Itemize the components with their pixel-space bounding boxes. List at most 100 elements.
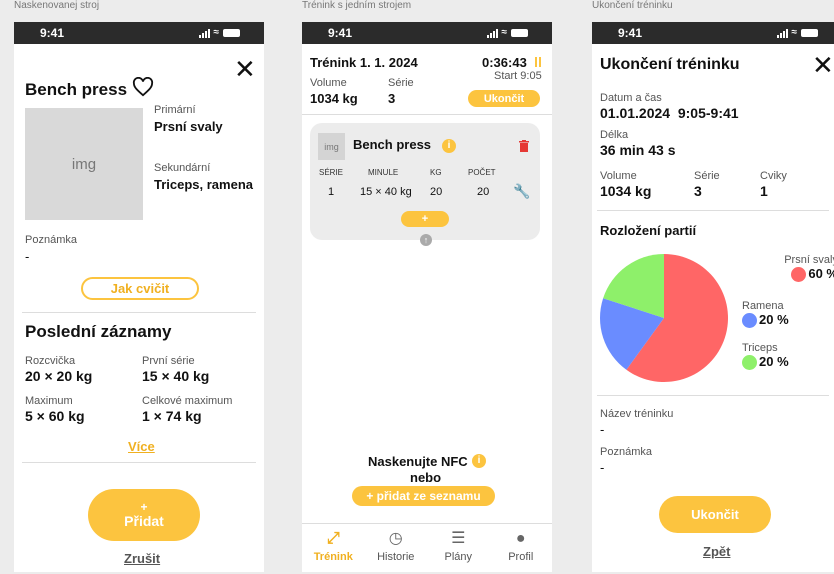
divider	[302, 114, 552, 115]
exercise-title: Bench press	[25, 80, 128, 99]
col-header-kg: KG	[430, 168, 442, 177]
finish-button[interactable]: Ukončit	[659, 496, 771, 533]
summary-title: Ukončení tréninku	[600, 56, 740, 73]
volume-value: 1034 kg	[600, 183, 652, 199]
legend-name: Triceps	[742, 342, 778, 354]
signal-icon	[776, 28, 788, 38]
legend-value: 20 %	[759, 354, 789, 369]
tab-label: Historie	[377, 551, 415, 563]
workout-start: Start 9:05	[494, 70, 542, 82]
sets-value: 3	[694, 183, 702, 199]
legend-swatch	[791, 267, 807, 283]
drag-handle-icon[interactable]: ↑	[420, 234, 432, 246]
pause-icon[interactable]	[535, 57, 543, 67]
divider	[22, 312, 256, 313]
pie-legend: Prsní svaly 60 % Ramena 20 % Triceps 20 …	[742, 254, 834, 371]
heart-icon[interactable]	[132, 76, 154, 102]
wifi-icon: ≈	[501, 27, 508, 38]
workout-timer: 0:36:43	[482, 55, 527, 70]
exercise-name[interactable]: Bench press	[353, 137, 431, 152]
workout-name-value[interactable]: -	[600, 422, 604, 437]
col-header-previous: MINULE	[368, 168, 399, 177]
tab-label: Profil	[508, 551, 534, 563]
tab-profile[interactable]: ● Profil	[490, 524, 553, 572]
sets-label: Série	[694, 170, 720, 182]
legend-value: 60 %	[808, 266, 834, 281]
cancel-link[interactable]: Zrušit	[124, 551, 160, 566]
add-plus-icon: +	[140, 500, 148, 514]
how-to-exercise-button[interactable]: Jak cvičit	[81, 277, 199, 300]
add-from-list-button[interactable]: + přidat ze seznamu	[352, 486, 495, 506]
info-icon[interactable]: i	[442, 139, 456, 153]
add-set-button[interactable]: +	[401, 211, 449, 227]
tab-bar: ⤢ Trénink ◷ Historie ☰ Plány ● Profil	[302, 523, 552, 572]
total-max-value: 1 × 74 kg	[142, 408, 202, 424]
battery-icon	[801, 29, 818, 37]
max-label: Maximum	[25, 395, 73, 407]
tab-plans[interactable]: ☰ Plány	[427, 524, 490, 572]
divider	[597, 210, 829, 211]
signal-icon	[198, 28, 210, 38]
volume-label: Volume	[310, 77, 347, 89]
divider	[597, 395, 829, 396]
exercise-thumbnail: img	[318, 133, 345, 160]
warmup-label: Rozcvička	[25, 355, 76, 367]
datetime-label: Datum a čas	[600, 92, 662, 104]
trash-icon[interactable]	[519, 139, 529, 157]
screen-finish-workout: 9:41 ≈ Ukončení tréninku ✕ Datum a čas 0…	[592, 22, 834, 572]
legend-swatch	[742, 355, 757, 371]
legend-value: 20 %	[759, 312, 789, 327]
primary-value: Prsní svaly	[154, 119, 223, 134]
volume-label: Volume	[600, 170, 637, 182]
datetime-value: 01.01.2024 9:05-9:41	[600, 105, 739, 121]
sets-label: Série	[388, 77, 414, 89]
status-bar: 9:41 ≈	[302, 22, 552, 44]
legend-item: Ramena 20 %	[742, 300, 834, 342]
legend-name: Prsní svaly	[784, 254, 834, 266]
wrench-icon[interactable]: 🔧	[513, 183, 530, 200]
or-text: nebo	[410, 470, 442, 485]
finish-workout-button[interactable]: Ukončit	[468, 90, 540, 107]
note-value: -	[25, 249, 30, 264]
screen-scanned-machine: 9:41 ≈ ✕ Bench press img Primární Prsní …	[14, 22, 264, 572]
volume-value: 1034 kg	[310, 91, 358, 106]
workout-name-label: Název tréninku	[600, 408, 674, 420]
workout-title: Trénink 1. 1. 2024	[310, 55, 418, 70]
legend-item: Triceps 20 %	[742, 342, 834, 371]
exercise-image: img	[25, 108, 143, 220]
info-icon[interactable]: i	[472, 454, 486, 468]
exercises-label: Cviky	[760, 170, 787, 182]
secondary-label: Sekundární	[154, 162, 211, 174]
primary-label: Primární	[154, 104, 196, 116]
exercises-value: 1	[760, 183, 768, 199]
status-time: 9:41	[618, 26, 643, 40]
status-time: 9:41	[328, 26, 353, 40]
more-link[interactable]: Více	[128, 439, 155, 454]
frame-title-middle: Trénink s jedním strojem	[302, 0, 412, 11]
note-value[interactable]: -	[600, 460, 604, 475]
add-button[interactable]: + Přidat	[88, 489, 200, 541]
first-set-label: První série	[142, 355, 195, 367]
frame-title-right: Ukončení tréninku	[592, 0, 673, 11]
battery-icon	[511, 29, 528, 37]
legend-swatch	[742, 313, 757, 329]
back-link[interactable]: Zpět	[703, 544, 730, 559]
set-count-input[interactable]: 20	[477, 186, 489, 198]
tab-label: Plány	[444, 551, 473, 563]
wifi-icon: ≈	[213, 27, 220, 38]
col-header-set: SÉRIE	[319, 168, 344, 177]
sets-value: 3	[388, 91, 396, 106]
close-icon[interactable]: ✕	[234, 56, 256, 82]
total-max-label: Celkové maximum	[142, 395, 233, 407]
length-label: Délka	[600, 129, 629, 141]
set-kg-input[interactable]: 20	[430, 186, 442, 198]
frame-title-left: Naskenovanej stroj	[14, 0, 100, 11]
tab-training[interactable]: ⤢ Trénink	[302, 524, 365, 572]
status-bar: 9:41 ≈	[592, 22, 834, 44]
secondary-value: Triceps, ramena	[154, 177, 253, 192]
records-title: Poslední záznamy	[25, 322, 172, 341]
status-time: 9:41	[40, 26, 65, 40]
tab-history[interactable]: ◷ Historie	[365, 524, 428, 572]
close-icon[interactable]: ✕	[812, 52, 834, 78]
nfc-text: Naskenujte NFC	[368, 454, 468, 469]
